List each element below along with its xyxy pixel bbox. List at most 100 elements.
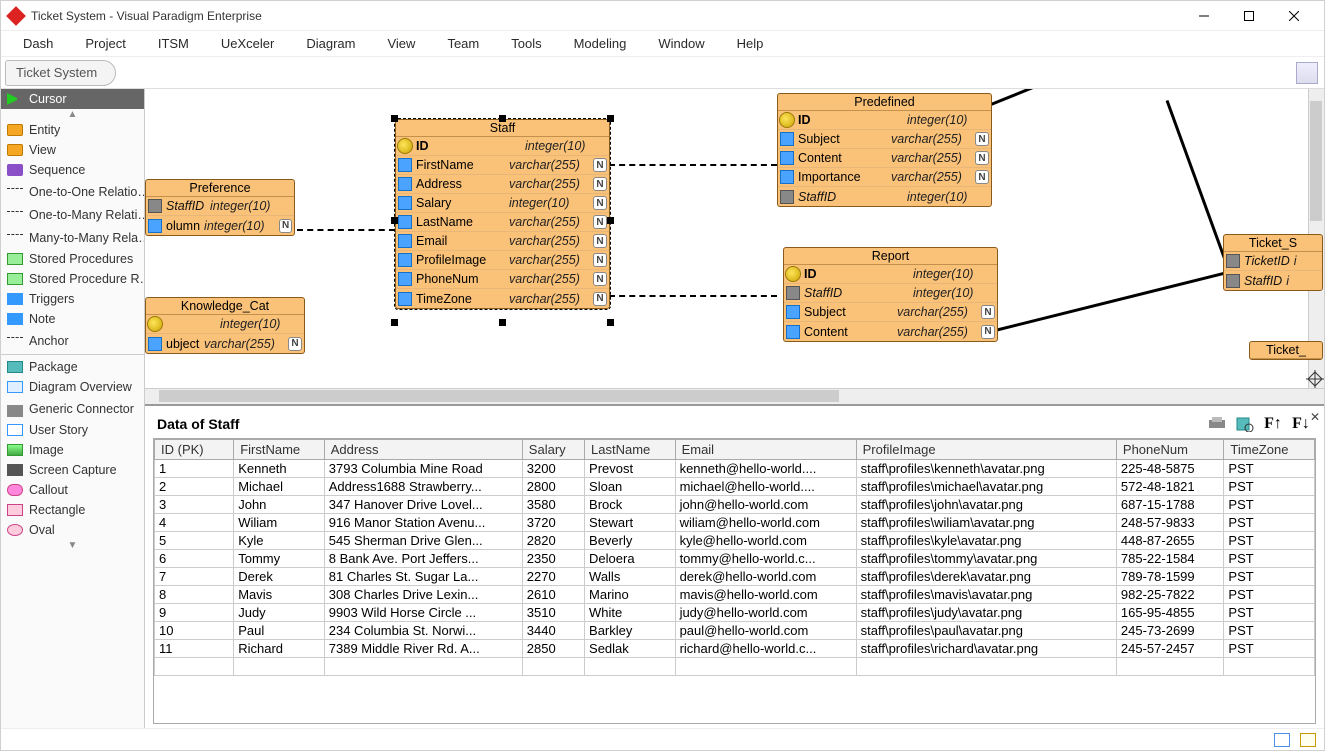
table-cell[interactable]: 3720 <box>522 514 584 532</box>
table-cell[interactable]: richard@hello-world.c... <box>675 640 856 658</box>
menu-team[interactable]: Team <box>433 32 493 55</box>
entity-column[interactable]: StaffIDinteger(10) <box>784 284 997 303</box>
table-cell[interactable]: Michael <box>234 478 325 496</box>
table-cell[interactable]: PST <box>1224 568 1315 586</box>
table-cell[interactable]: 5 <box>155 532 234 550</box>
table-cell[interactable]: 3580 <box>522 496 584 514</box>
menu-tools[interactable]: Tools <box>497 32 555 55</box>
table-cell[interactable]: PST <box>1224 514 1315 532</box>
collapse-down-icon[interactable]: ▼ <box>1 540 144 551</box>
table-cell[interactable]: 245-73-2699 <box>1116 622 1224 640</box>
entity-column[interactable]: StaffIDinteger(10) <box>146 197 294 216</box>
table-cell[interactable]: judy@hello-world.com <box>675 604 856 622</box>
tool-item[interactable]: Diagram Overview <box>1 377 144 397</box>
breadcrumb[interactable]: Ticket System <box>5 60 116 86</box>
entity-column[interactable]: Addressvarchar(255)N <box>396 175 609 194</box>
entity-ticket-s[interactable]: Ticket_S TicketIDiStaffIDi <box>1223 234 1323 291</box>
table-cell[interactable]: 4 <box>155 514 234 532</box>
table-cell[interactable]: 916 Manor Station Avenu... <box>324 514 522 532</box>
table-cell[interactable]: 448-87-2655 <box>1116 532 1224 550</box>
table-cell[interactable]: Address1688 Strawberry... <box>324 478 522 496</box>
menu-window[interactable]: Window <box>644 32 718 55</box>
tool-item[interactable]: Anchor <box>1 329 144 352</box>
close-button[interactable] <box>1271 2 1316 30</box>
entity-preference[interactable]: Preference StaffIDinteger(10)olumnintege… <box>145 179 295 236</box>
table-cell[interactable]: Kenneth <box>234 460 325 478</box>
tool-item[interactable]: Triggers <box>1 289 144 309</box>
tool-item[interactable]: Rectangle <box>1 500 144 520</box>
menu-uexceler[interactable]: UeXceler <box>207 32 288 55</box>
maximize-button[interactable] <box>1226 2 1271 30</box>
resize-handle[interactable] <box>607 319 614 326</box>
table-cell[interactable]: Derek <box>234 568 325 586</box>
tool-item[interactable]: Entity <box>1 120 144 140</box>
table-cell[interactable]: PST <box>1224 532 1315 550</box>
column-header[interactable]: ProfileImage <box>856 440 1116 460</box>
tool-item[interactable]: Package <box>1 357 144 377</box>
connector[interactable] <box>995 266 1248 332</box>
connector[interactable] <box>609 164 777 166</box>
menu-dash[interactable]: Dash <box>9 32 67 55</box>
tool-item[interactable]: Screen Capture <box>1 460 144 480</box>
table-cell[interactable]: kyle@hello-world.com <box>675 532 856 550</box>
menu-project[interactable]: Project <box>71 32 139 55</box>
table-cell[interactable]: 225-48-5875 <box>1116 460 1224 478</box>
table-cell[interactable]: PST <box>1224 622 1315 640</box>
table-cell[interactable]: Beverly <box>585 532 676 550</box>
entity-column[interactable]: Subjectvarchar(255)N <box>778 130 991 149</box>
table-cell[interactable]: staff\profiles\wiliam\avatar.png <box>856 514 1116 532</box>
table-cell[interactable]: Tommy <box>234 550 325 568</box>
entity-column[interactable]: StaffIDi <box>1224 271 1322 290</box>
connector[interactable] <box>1166 100 1230 270</box>
table-row[interactable]: 7Derek81 Charles St. Sugar La...2270Wall… <box>155 568 1315 586</box>
tool-item[interactable]: Sequence <box>1 160 144 180</box>
resize-handle[interactable] <box>391 115 398 122</box>
resize-handle[interactable] <box>499 115 506 122</box>
entity-column[interactable]: IDinteger(10) <box>396 137 609 156</box>
table-row[interactable]: 11Richard7389 Middle River Rd. A...2850S… <box>155 640 1315 658</box>
column-header[interactable]: TimeZone <box>1224 440 1315 460</box>
table-cell[interactable]: 3793 Columbia Mine Road <box>324 460 522 478</box>
panel-tool-sort-asc[interactable]: F↑ <box>1262 414 1284 434</box>
entity-report[interactable]: Report IDinteger(10)StaffIDinteger(10)Su… <box>783 247 998 342</box>
table-cell[interactable]: staff\profiles\tommy\avatar.png <box>856 550 1116 568</box>
panel-tool-search-icon[interactable] <box>1234 414 1256 434</box>
resize-handle[interactable] <box>607 115 614 122</box>
table-cell[interactable]: 308 Charles Drive Lexin... <box>324 586 522 604</box>
table-cell[interactable]: staff\profiles\john\avatar.png <box>856 496 1116 514</box>
tool-item[interactable]: Stored Procedure R… <box>1 269 144 289</box>
entity-column[interactable]: TicketIDi <box>1224 252 1322 271</box>
table-cell[interactable]: staff\profiles\derek\avatar.png <box>856 568 1116 586</box>
table-cell[interactable]: 1 <box>155 460 234 478</box>
tool-item[interactable]: Many-to-Many Rela… <box>1 226 144 249</box>
table-cell[interactable]: Marino <box>585 586 676 604</box>
tool-cursor[interactable]: Cursor <box>1 89 144 109</box>
resize-handle[interactable] <box>607 217 614 224</box>
note-icon[interactable] <box>1300 733 1316 747</box>
table-cell[interactable]: 687-15-1788 <box>1116 496 1224 514</box>
table-cell[interactable]: michael@hello-world.... <box>675 478 856 496</box>
tool-item[interactable]: Image <box>1 440 144 460</box>
tool-item[interactable]: Callout <box>1 480 144 500</box>
table-cell[interactable]: kenneth@hello-world.... <box>675 460 856 478</box>
table-cell[interactable]: 2 <box>155 478 234 496</box>
table-cell[interactable]: Brock <box>585 496 676 514</box>
tool-item[interactable]: One-to-Many Relati… <box>1 203 144 226</box>
table-cell[interactable]: 3200 <box>522 460 584 478</box>
resize-handle[interactable] <box>499 319 506 326</box>
entity-column[interactable]: PhoneNumvarchar(255)N <box>396 270 609 289</box>
table-cell[interactable]: 572-48-1821 <box>1116 478 1224 496</box>
menu-modeling[interactable]: Modeling <box>560 32 641 55</box>
table-cell[interactable]: Stewart <box>585 514 676 532</box>
table-cell[interactable]: 245-57-2457 <box>1116 640 1224 658</box>
table-cell[interactable]: 7 <box>155 568 234 586</box>
table-row[interactable]: 6Tommy8 Bank Ave. Port Jeffers...2350Del… <box>155 550 1315 568</box>
table-row[interactable]: 3John347 Hanover Drive Lovel...3580Brock… <box>155 496 1315 514</box>
column-header[interactable]: FirstName <box>234 440 325 460</box>
table-row[interactable]: 2MichaelAddress1688 Strawberry...2800Slo… <box>155 478 1315 496</box>
table-row[interactable]: 1Kenneth3793 Columbia Mine Road3200Prevo… <box>155 460 1315 478</box>
table-cell[interactable]: Sedlak <box>585 640 676 658</box>
table-cell[interactable]: Sloan <box>585 478 676 496</box>
table-cell[interactable]: PST <box>1224 460 1315 478</box>
table-cell[interactable]: 7389 Middle River Rd. A... <box>324 640 522 658</box>
